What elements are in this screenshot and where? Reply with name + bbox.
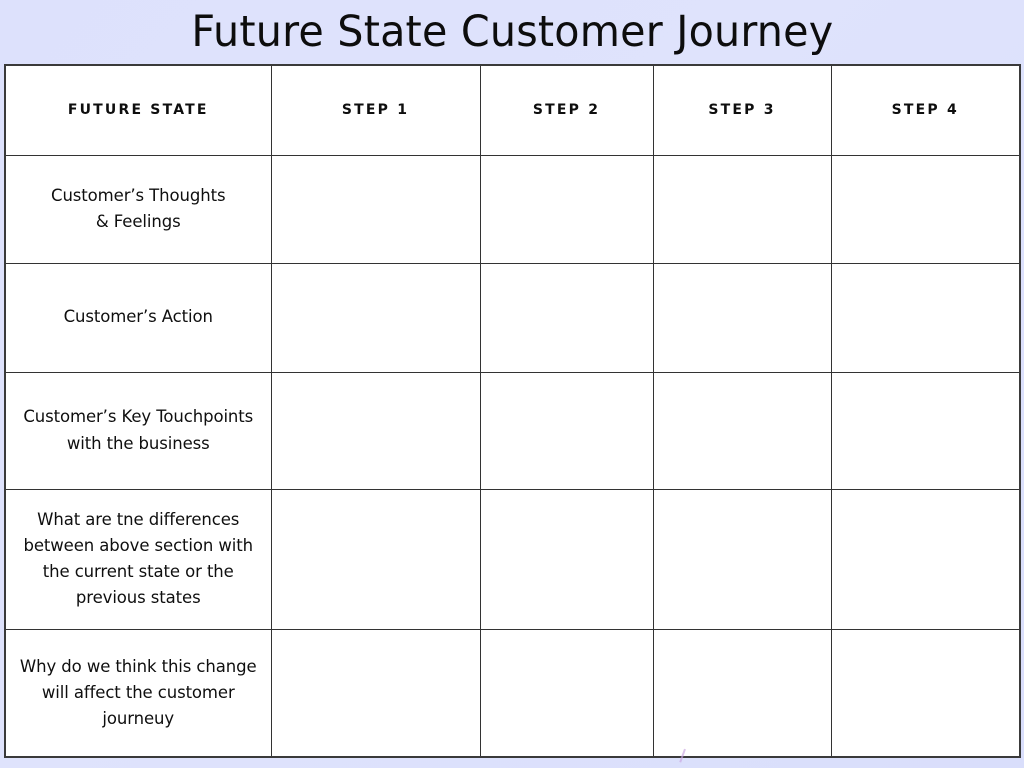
table-header: FUTURE STATE STEP 1 STEP 2 STEP 3 STEP 4 [4, 64, 1021, 156]
cell-action-step1[interactable] [270, 262, 481, 373]
row-label-line: previous states [75, 588, 201, 608]
cell-action-step4[interactable] [830, 262, 1021, 373]
column-header-step-4[interactable]: STEP 4 [830, 64, 1021, 156]
title-bar: Future State Customer Journey [0, 0, 1024, 64]
row-label-line: & Feelings [95, 212, 181, 231]
row-label-customer-action[interactable]: Customer’s Action [4, 262, 272, 373]
page-title: Future State Customer Journey [190, 6, 833, 57]
journey-table-wrapper: FUTURE STATE STEP 1 STEP 2 STEP 3 STEP 4… [0, 64, 1024, 768]
cell-touchpoints-step4[interactable] [830, 371, 1021, 490]
table-row: What are tne differences between above s… [4, 488, 1021, 630]
cell-why-step1[interactable] [270, 628, 481, 758]
row-label-thoughts-feelings[interactable]: Customer’s Thoughts & Feelings [4, 154, 272, 264]
row-label-key-touchpoints[interactable]: Customer’s Key Touchpoints with the busi… [4, 371, 272, 490]
column-header-step-3[interactable]: STEP 3 [652, 64, 832, 156]
cell-why-step2[interactable] [479, 628, 654, 758]
slide-canvas: Future State Customer Journey FUTURE STA… [0, 0, 1024, 768]
cell-why-step4[interactable] [830, 628, 1021, 758]
table-row: Why do we think this change will affect … [4, 628, 1021, 758]
table-header-row: FUTURE STATE STEP 1 STEP 2 STEP 3 STEP 4 [4, 64, 1021, 156]
row-label-line: between above section with [23, 535, 253, 555]
table-row: Customer’s Action [4, 262, 1021, 373]
cell-differences-step3[interactable] [652, 488, 832, 630]
row-label-line: Customer’s Key Touchpoints [23, 407, 254, 427]
row-label-line: Customer’s Action [63, 307, 213, 327]
cell-thoughts-step1[interactable] [270, 154, 481, 264]
row-label-line: Why do we think this change [19, 656, 257, 676]
cell-action-step2[interactable] [479, 262, 654, 373]
table-row: Customer’s Key Touchpoints with the busi… [4, 371, 1021, 490]
cell-differences-step1[interactable] [270, 488, 481, 630]
column-header-step-2[interactable]: STEP 2 [479, 64, 654, 156]
row-label-why-change[interactable]: Why do we think this change will affect … [4, 628, 272, 758]
row-label-line: journeuy [102, 708, 175, 728]
column-header-step-1[interactable]: STEP 1 [270, 64, 481, 156]
row-label-line: What are tne differences [37, 509, 240, 529]
row-label-differences[interactable]: What are tne differences between above s… [4, 488, 272, 630]
cell-thoughts-step2[interactable] [479, 154, 654, 264]
cell-thoughts-step3[interactable] [652, 154, 832, 264]
cell-action-step3[interactable] [652, 262, 832, 373]
cell-differences-step2[interactable] [479, 488, 654, 630]
cell-thoughts-step4[interactable] [830, 154, 1021, 264]
cell-touchpoints-step3[interactable] [652, 371, 832, 490]
table-body: Customer’s Thoughts & Feelings Customer’… [4, 154, 1021, 758]
cell-differences-step4[interactable] [830, 488, 1021, 630]
row-label-line: will affect the customer [41, 682, 235, 702]
cell-why-step3[interactable] [652, 628, 832, 758]
cell-touchpoints-step2[interactable] [479, 371, 654, 490]
row-label-line: with the business [66, 433, 210, 453]
customer-journey-table: FUTURE STATE STEP 1 STEP 2 STEP 3 STEP 4… [4, 64, 1021, 758]
row-label-line: the current state or the [42, 562, 234, 581]
table-row: Customer’s Thoughts & Feelings [4, 154, 1021, 264]
column-header-future-state[interactable]: FUTURE STATE [4, 64, 272, 156]
row-label-line: Customer’s Thoughts [51, 185, 226, 205]
cell-touchpoints-step1[interactable] [270, 371, 481, 490]
